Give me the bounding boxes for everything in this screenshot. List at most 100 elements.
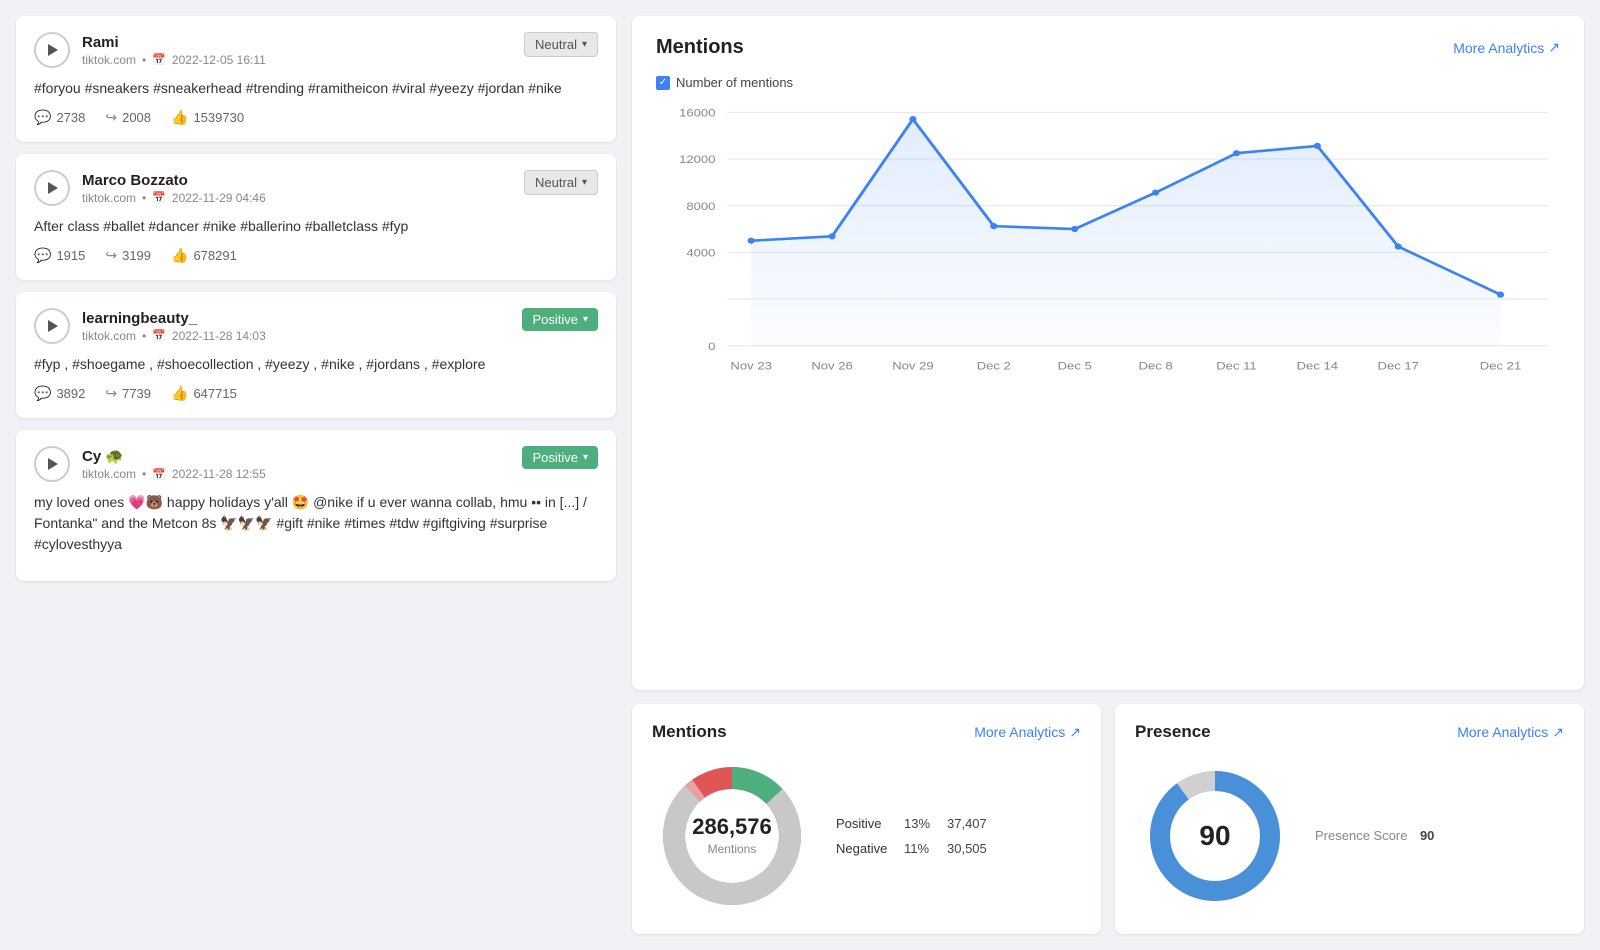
chevron-down-icon: ▾ — [582, 177, 587, 188]
presence-more-analytics[interactable]: More Analytics ↗ — [1457, 724, 1564, 741]
left-panel: Rami tiktok.com • 📅 2022-12-05 16:11 Neu… — [16, 16, 616, 934]
post-card-post2: Marco Bozzato tiktok.com • 📅 2022-11-29 … — [16, 154, 616, 280]
line-chart-svg: 16000 12000 8000 4000 0 Nov 23 Nov 26 No… — [656, 102, 1560, 382]
line-chart-container: 16000 12000 8000 4000 0 Nov 23 Nov 26 No… — [656, 102, 1560, 382]
author-details: Rami tiktok.com • 📅 2022-12-05 16:11 — [82, 34, 266, 67]
stat-likes: 👍 647715 — [171, 385, 237, 402]
data-point-6 — [1152, 189, 1159, 195]
post-card-post3: learningbeauty_ tiktok.com • 📅 2022-11-2… — [16, 292, 616, 418]
donut-total: 286,576 — [692, 814, 772, 840]
calendar-icon: 📅 — [152, 191, 166, 204]
post-content: #fyp , #shoegame , #shoecollection , #ye… — [34, 354, 598, 375]
post-date: 2022-11-29 04:46 — [172, 191, 266, 205]
stat-shares: ↪ 3199 — [105, 247, 151, 264]
data-point-2 — [828, 233, 835, 239]
positive-label: Positive — [836, 816, 896, 831]
play-button[interactable] — [34, 170, 70, 206]
post-content: #foryou #sneakers #sneakerhead #trending… — [34, 78, 598, 99]
positive-value: 37,407 — [947, 816, 987, 831]
post-author-info: Marco Bozzato tiktok.com • 📅 2022-11-29 … — [34, 170, 266, 206]
svg-text:16000: 16000 — [679, 106, 716, 119]
post-source: tiktok.com — [82, 191, 136, 205]
mentions-stats: Positive 13% 37,407 Negative 11% 30,505 — [836, 816, 987, 856]
data-point-10 — [1497, 292, 1504, 298]
presence-content: 90 Presence Score 90 — [1135, 756, 1564, 916]
play-icon — [48, 320, 58, 332]
chart-card-header: Mentions More Analytics ↗ — [656, 36, 1560, 59]
comment-icon: 💬 — [34, 247, 51, 264]
play-button[interactable] — [34, 446, 70, 482]
post-content: After class #ballet #dancer #nike #balle… — [34, 216, 598, 237]
post-stats: 💬 1915 ↪ 3199 👍 678291 — [34, 247, 598, 264]
presence-donut-wrapper: 90 — [1135, 756, 1295, 916]
mentions-donut-more-analytics[interactable]: More Analytics ↗ — [974, 724, 1081, 741]
post-header: learningbeauty_ tiktok.com • 📅 2022-11-2… — [34, 308, 598, 344]
presence-score-label: Presence Score — [1315, 828, 1408, 843]
mentions-donut-wrapper: 286,576 Mentions — [652, 756, 812, 916]
data-point-7 — [1233, 150, 1240, 156]
presence-score-info: Presence Score 90 — [1315, 827, 1434, 845]
shares-value: 3199 — [122, 248, 151, 263]
svg-text:Dec 14: Dec 14 — [1297, 359, 1339, 372]
shares-value: 7739 — [122, 386, 151, 401]
mentions-more-analytics-link[interactable]: More Analytics ↗ — [1453, 39, 1560, 56]
post-author-info: learningbeauty_ tiktok.com • 📅 2022-11-2… — [34, 308, 266, 344]
right-panel: Mentions More Analytics ↗ Number of ment… — [632, 16, 1584, 934]
presence-score-display: 90 — [1199, 820, 1230, 852]
chevron-down-icon: ▾ — [583, 314, 588, 325]
negative-stat-row: Negative 11% 30,505 — [836, 841, 987, 856]
mentions-donut-more-analytics-label: More Analytics — [974, 724, 1065, 740]
sentiment-badge[interactable]: Neutral ▾ — [524, 32, 598, 57]
svg-text:Nov 23: Nov 23 — [730, 359, 772, 372]
play-button[interactable] — [34, 308, 70, 344]
presence-card: Presence More Analytics ↗ — [1115, 704, 1584, 934]
legend-checkbox[interactable] — [656, 76, 670, 90]
post-date: 2022-12-05 16:11 — [172, 53, 266, 67]
chevron-down-icon: ▾ — [583, 452, 588, 463]
comment-icon: 💬 — [34, 385, 51, 402]
share-icon: ↪ — [105, 247, 117, 264]
stat-shares: ↪ 7739 — [105, 385, 151, 402]
mentions-donut-card: Mentions More Analytics ↗ — [632, 704, 1101, 934]
post-meta: tiktok.com • 📅 2022-11-28 14:03 — [82, 329, 266, 343]
comments-value: 2738 — [56, 110, 85, 125]
play-icon — [48, 458, 58, 470]
sentiment-label: Positive — [532, 312, 578, 327]
data-point-1 — [748, 238, 755, 244]
bottom-row: Mentions More Analytics ↗ — [632, 704, 1584, 934]
sentiment-badge[interactable]: Positive ▾ — [522, 308, 598, 331]
post-card-post4: Cy 🐢 tiktok.com • 📅 2022-11-28 12:55 Pos… — [16, 430, 616, 581]
comment-icon: 💬 — [34, 109, 51, 126]
negative-value: 30,505 — [947, 841, 987, 856]
post-meta: tiktok.com • 📅 2022-11-29 04:46 — [82, 191, 266, 205]
presence-header: Presence More Analytics ↗ — [1135, 722, 1564, 742]
author-name: Marco Bozzato — [82, 172, 266, 189]
sentiment-badge[interactable]: Positive ▾ — [522, 446, 598, 469]
data-point-9 — [1395, 243, 1402, 249]
mentions-content: 286,576 Mentions Positive 13% 37,407 Neg… — [652, 756, 1081, 916]
calendar-icon: 📅 — [152, 468, 166, 481]
positive-stat-row: Positive 13% 37,407 — [836, 816, 987, 831]
svg-text:8000: 8000 — [686, 200, 715, 213]
stat-likes: 👍 678291 — [171, 247, 237, 264]
author-name: learningbeauty_ — [82, 310, 266, 327]
post-card-post1: Rami tiktok.com • 📅 2022-12-05 16:11 Neu… — [16, 16, 616, 142]
post-stats: 💬 3892 ↪ 7739 👍 647715 — [34, 385, 598, 402]
post-date: 2022-11-28 14:03 — [172, 329, 266, 343]
sentiment-badge[interactable]: Neutral ▾ — [524, 170, 598, 195]
data-point-3 — [909, 116, 916, 122]
like-icon: 👍 — [171, 247, 188, 264]
external-link-icon: ↗ — [1548, 39, 1560, 56]
post-source: tiktok.com — [82, 467, 136, 481]
like-icon: 👍 — [171, 109, 188, 126]
presence-score-value: 90 — [1420, 828, 1434, 843]
mentions-chart-title: Mentions — [656, 36, 744, 59]
post-meta: tiktok.com • 📅 2022-11-28 12:55 — [82, 467, 266, 481]
post-source: tiktok.com — [82, 53, 136, 67]
author-name: Cy 🐢 — [82, 447, 266, 465]
calendar-icon: 📅 — [152, 329, 166, 342]
play-button[interactable] — [34, 32, 70, 68]
mentions-donut-title: Mentions — [652, 722, 727, 742]
post-author-info: Rami tiktok.com • 📅 2022-12-05 16:11 — [34, 32, 266, 68]
svg-text:12000: 12000 — [679, 153, 716, 166]
